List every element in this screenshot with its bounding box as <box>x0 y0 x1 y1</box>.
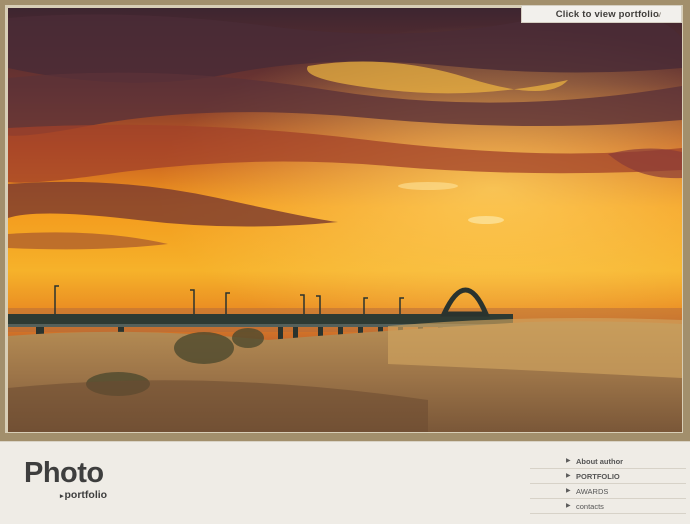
nav-item-label: About author <box>576 456 624 466</box>
nav-item-label: PORTFOLIO <box>576 471 620 481</box>
logo-subtitle: ▸portfolio <box>60 489 107 501</box>
logo-subtitle-text: portfolio <box>64 489 108 501</box>
nav-item-label: contacts <box>576 501 604 511</box>
triangle-right-icon: ▸ <box>60 493 64 500</box>
nav-item-about-author[interactable]: ▶ About author <box>530 454 686 469</box>
footer: Photo ▸portfolio ▶ About author ▶ PORTFO… <box>0 441 690 524</box>
main-nav: ▶ About author ▶ PORTFOLIO ▶ AWARDS ▶ co… <box>530 454 686 514</box>
nav-item-awards[interactable]: ▶ AWARDS <box>530 484 686 499</box>
logo[interactable]: Photo ▸portfolio <box>24 457 107 502</box>
triangle-right-icon: ▶ <box>566 488 571 494</box>
nav-item-portfolio[interactable]: ▶ PORTFOLIO <box>530 469 686 484</box>
sunset-bridge-photo <box>8 8 682 432</box>
nav-item-label: AWARDS <box>576 486 609 496</box>
triangle-right-icon: ▶ <box>566 458 571 464</box>
view-portfolio-button[interactable]: Click to view portfolio ∨ <box>521 5 682 23</box>
view-portfolio-label: Click to view portfolio <box>555 8 659 20</box>
chevron-down-icon: ∨ <box>656 10 662 19</box>
photo-frame: Click to view portfolio ∨ <box>0 0 690 441</box>
triangle-right-icon: ▶ <box>566 503 571 509</box>
triangle-right-icon: ▶ <box>566 473 571 479</box>
nav-item-contacts[interactable]: ▶ contacts <box>530 499 686 514</box>
logo-title: Photo <box>24 457 104 489</box>
